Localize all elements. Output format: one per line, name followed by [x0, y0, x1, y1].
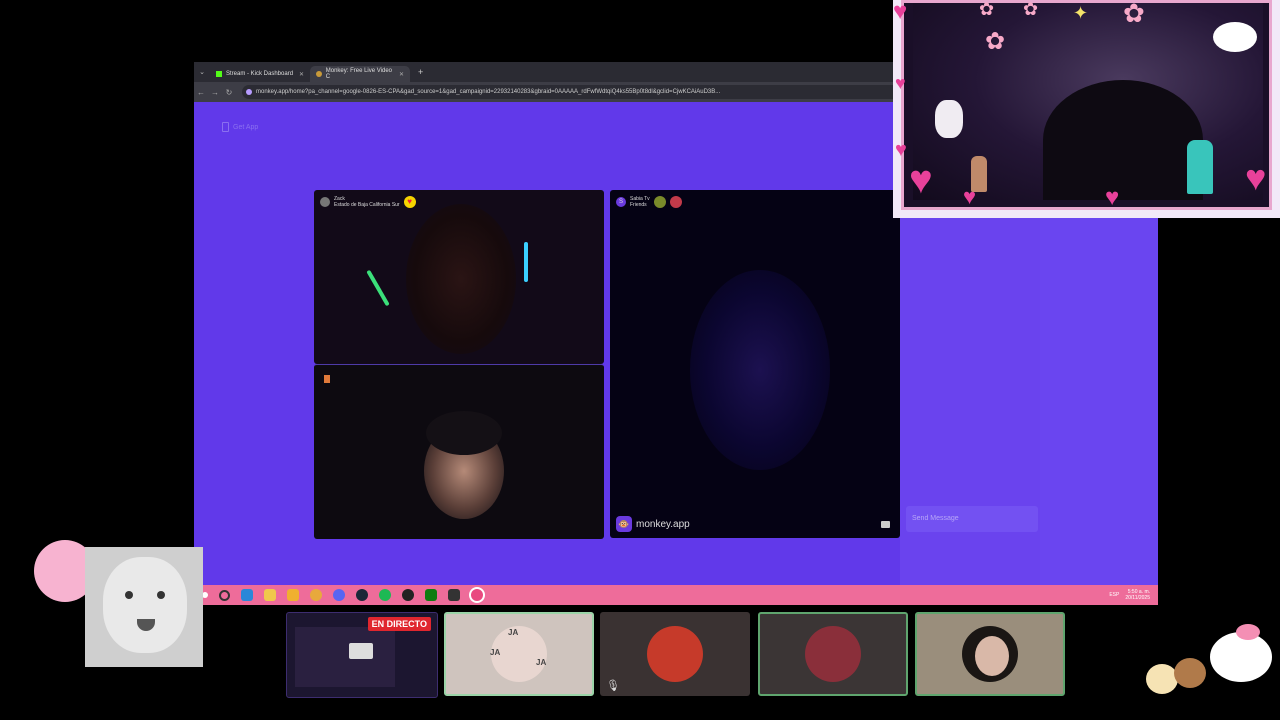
tab-label: Monkey: Free Live Video C [325, 68, 393, 80]
heart-decoration-icon: ♥ [1105, 184, 1120, 211]
user-status: Friends [630, 202, 647, 208]
avatar: S [616, 197, 626, 207]
stranger-video: Zack Estado de Baja California Sur ♥ [314, 190, 604, 364]
baby-face [103, 557, 187, 653]
stream-preview-thumb[interactable]: EN DIRECTO [286, 612, 438, 698]
clock-date: 20/11/2025 [1125, 595, 1150, 601]
headphone-glow-left [366, 269, 390, 307]
participant-avatar [647, 626, 703, 682]
participant-thumb[interactable] [758, 612, 908, 696]
friend-video: S Sabia Tv Friends 🐵 monkey.app [610, 190, 900, 538]
xbox-icon[interactable] [425, 589, 437, 601]
user-location: Estado de Baja California Sur [334, 202, 400, 208]
miku-icon [1187, 140, 1213, 194]
folder-icon[interactable] [287, 589, 299, 601]
heart-icon[interactable]: ♥ [403, 196, 416, 208]
mouth [137, 619, 155, 631]
system-tray: ESP 5:50 a. m. 20/11/2025 [1109, 589, 1158, 601]
flower-decoration-icon: ✿ [1023, 0, 1039, 19]
close-tab-icon[interactable]: ✕ [399, 71, 404, 78]
screen-share-icon [349, 643, 373, 659]
eye [125, 591, 133, 599]
ja-text: JA [490, 648, 501, 657]
get-app-label: Get App [233, 123, 259, 131]
heart-decoration-icon: ♥ [893, 0, 908, 25]
send-message-input[interactable]: Send Message [906, 506, 1038, 532]
discord-icon[interactable] [333, 589, 345, 601]
forward-icon[interactable]: → [208, 88, 222, 97]
app-icon[interactable] [448, 589, 460, 601]
kitty-bow [1236, 624, 1260, 640]
tab-menu-icon[interactable]: ⌄ [194, 68, 210, 76]
new-tab-icon[interactable]: + [410, 67, 431, 77]
stranger-face [406, 204, 516, 354]
back-icon[interactable]: ← [194, 88, 208, 97]
participant-avatar [805, 626, 861, 682]
heart-decoration-icon: ♥ [895, 139, 907, 161]
tab-monkey[interactable]: Monkey: Free Live Video C ✕ [310, 66, 410, 82]
anime-girl-icon [971, 156, 987, 192]
flower-decoration-icon: ✦ [1073, 3, 1089, 23]
side-panel [1040, 215, 1158, 585]
kick-icon [216, 71, 222, 77]
brand-label: monkey.app [636, 518, 690, 530]
self-hair [426, 411, 502, 455]
flower-decoration-icon: ✿ [1123, 0, 1145, 28]
headphone-glow-right [524, 242, 528, 282]
monkey-icon [316, 71, 322, 77]
chrome-active-icon[interactable] [471, 589, 483, 601]
muted-mic-icon: 🎙 [606, 680, 620, 692]
heart-decoration-icon: ♥ [895, 73, 906, 93]
heart-icon[interactable] [653, 196, 666, 208]
tab-label: Stream - Kick Dashboard [226, 71, 294, 77]
participant-thumb[interactable]: JA JA JA [444, 612, 594, 696]
heart-decoration-icon: ♥ [909, 158, 933, 202]
close-tab-icon[interactable]: ✕ [299, 71, 304, 78]
eye [157, 591, 165, 599]
white-cat-icon [935, 100, 963, 138]
obs-icon[interactable] [402, 589, 414, 601]
self-indicator-icon [324, 375, 330, 383]
flower-decoration-icon: ✿ [985, 28, 1006, 55]
explorer-icon[interactable] [264, 589, 276, 601]
tab-kick-dashboard[interactable]: Stream - Kick Dashboard ✕ [210, 66, 310, 82]
hello-kitty-icon [1200, 616, 1280, 696]
search-icon[interactable] [219, 589, 230, 601]
flower-decoration-icon: ✿ [979, 0, 995, 19]
windows-taskbar: ESP 5:50 a. m. 20/11/2025 [194, 585, 1158, 605]
participant-face [975, 636, 1009, 676]
self-video [314, 364, 604, 539]
report-icon[interactable] [669, 196, 682, 208]
spotify-icon[interactable] [379, 589, 391, 601]
phone-icon [222, 122, 229, 132]
kitty-head [1210, 632, 1272, 682]
bear-icon [1146, 664, 1178, 694]
monkey-logo-icon: 🐵 [616, 516, 632, 532]
chat-toggle-icon[interactable] [881, 521, 890, 528]
participant-thumb[interactable]: 🎙 [600, 612, 750, 696]
get-app-button[interactable]: Get App [222, 122, 258, 132]
reload-icon[interactable]: ↻ [222, 88, 236, 97]
participant-thumb[interactable] [915, 612, 1065, 696]
edge-icon[interactable] [241, 589, 253, 601]
baby-photo [85, 547, 203, 667]
preview-scene [295, 627, 395, 687]
avatar [320, 197, 330, 207]
ja-text: JA [536, 658, 547, 667]
monkey-watermark: 🐵 monkey.app [616, 516, 690, 532]
live-badge: EN DIRECTO [367, 617, 431, 631]
streamer-cam-overlay: ♥ ♥ ♥ ♥ ♥ ♥ ♥ ✿ ✿ ✿ ✿ ✦ [893, 0, 1280, 218]
heart-decoration-icon: ♥ [1245, 157, 1267, 198]
stranger-tag: Zack Estado de Baja California Sur ♥ [320, 196, 416, 208]
friend-face [690, 270, 830, 470]
cinnamoroll-icon [1213, 22, 1257, 52]
steam-icon[interactable] [356, 589, 368, 601]
friend-tag: S Sabia Tv Friends [616, 196, 682, 208]
ja-text: JA [508, 628, 519, 637]
chrome-icon[interactable] [310, 589, 322, 601]
language-indicator[interactable]: ESP [1109, 592, 1119, 598]
